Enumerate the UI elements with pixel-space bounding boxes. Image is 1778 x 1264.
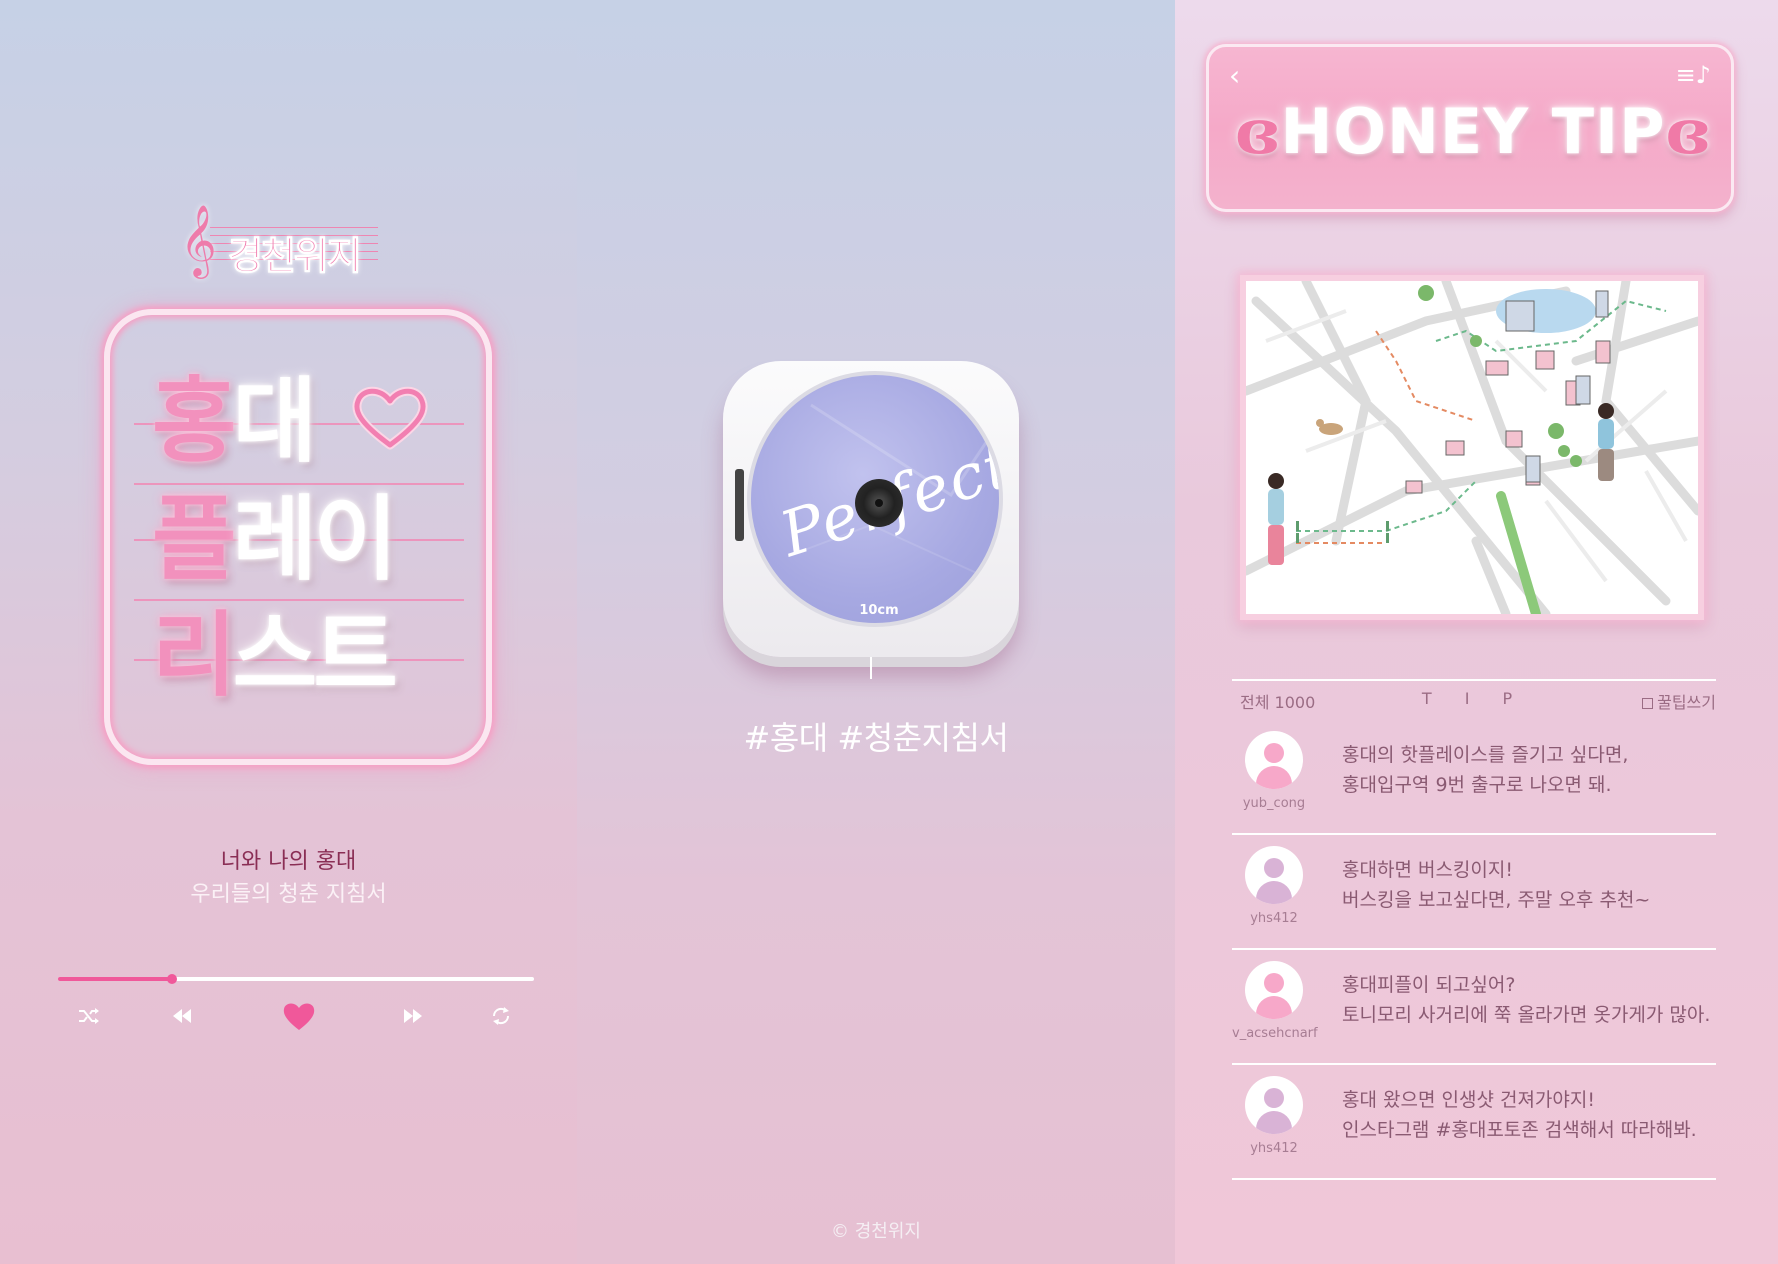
repeat-icon: [492, 1007, 510, 1025]
checkbox-icon: [1642, 698, 1654, 709]
cd-disc: Perfect 10cm: [747, 371, 1003, 627]
avatar-body: [1256, 1111, 1292, 1134]
progress-knob[interactable]: [167, 974, 178, 984]
title-char: 스트: [232, 602, 398, 709]
cd-player[interactable]: Perfect 10cm: [723, 361, 1019, 657]
tip-header: 전체 1000 T I P 꿀팁쓰기: [1232, 679, 1716, 713]
avatar-head: [1264, 1088, 1284, 1108]
tip-text-line2: 토니모리 사거리에 쭉 올라가면 옷가게가 많아.: [1342, 1004, 1711, 1026]
staff-line: [134, 599, 464, 601]
honey-title-text: HONEY TIP: [1280, 95, 1666, 168]
tip-text-line2: 인스타그램 #홍대포토존 검색해서 따라해봐.: [1342, 1119, 1697, 1141]
tip-text-line2: 버스킹을 보고싶다면, 주말 오후 추천~: [1342, 889, 1651, 911]
avatar-body: [1256, 766, 1292, 789]
progress-fill: [58, 977, 173, 981]
brand-name: 경천위지: [228, 234, 363, 279]
avatar: [1245, 1076, 1303, 1134]
album-brand: 10cm: [859, 603, 899, 618]
username: yhs412: [1250, 1141, 1298, 1156]
subtitle-secondary: 우리들의 청춘 지침서: [190, 882, 387, 907]
repeat-button[interactable]: [485, 1000, 517, 1032]
shuffle-icon: [79, 1008, 99, 1024]
staff-line: [134, 483, 464, 485]
middle-panel: Perfect 10cm #홍대 #청춘지침서 © 경천위지: [577, 0, 1175, 1264]
copyright: © 경천위지: [831, 1221, 921, 1242]
right-panel: ‹ ≡♪ ɞHONEY TIPɞ 전체 1000 T I P 꿀팁쓰기 yub_…: [1175, 0, 1778, 1264]
username: yhs412: [1250, 911, 1298, 926]
title-char: 플: [152, 486, 237, 593]
subtitle-primary: 너와 나의 홍대: [220, 849, 357, 874]
title-char: 홍: [152, 368, 237, 475]
like-button[interactable]: [280, 997, 318, 1035]
honey-tip-banner: ‹ ≡♪ ɞHONEY TIPɞ: [1206, 44, 1734, 212]
tip-text-line2: 홍대입구역 9번 출구로 나오면 돼.: [1342, 774, 1612, 796]
brand-logo: 𝄞 경천위지: [180, 203, 400, 285]
username: yub_cong: [1242, 796, 1306, 811]
tip-text-line1: 홍대피플이 되고싶어?: [1342, 974, 1516, 996]
tip-text-line1: 홍대의 핫플레이스를 즐기고 싶다면,: [1342, 744, 1629, 766]
fast-forward-button[interactable]: [397, 1000, 429, 1032]
avatar: [1245, 731, 1303, 789]
hongdae-map[interactable]: [1240, 275, 1704, 620]
tip-text-line1: 홍대 왔으면 인생샷 건져가야지!: [1342, 1089, 1595, 1111]
shuffle-button[interactable]: [73, 1000, 105, 1032]
pull-cord[interactable]: [870, 657, 872, 679]
title-line-3: 리스트: [152, 610, 398, 702]
title-line-1: 홍대: [152, 376, 317, 468]
illustrated-map: [1246, 281, 1698, 614]
avatar: [1245, 846, 1303, 904]
list-item[interactable]: yhs412 홍대하면 버스킹이지! 버스킹을 보고싶다면, 주말 오후 추천~: [1232, 835, 1716, 950]
walking-person-right: [1598, 403, 1614, 481]
rewind-icon: [173, 1009, 191, 1023]
avatar-head: [1264, 743, 1284, 763]
title-char: 대: [232, 368, 318, 475]
avatar-head: [1264, 858, 1284, 878]
rewind-button[interactable]: [166, 1000, 198, 1032]
ribbon-right-icon: ɞ: [1665, 95, 1711, 168]
treble-clef-icon: 𝄞: [180, 203, 217, 276]
playlist-menu-icon[interactable]: ≡♪: [1676, 61, 1711, 89]
avatar-head: [1264, 973, 1284, 993]
list-item[interactable]: yub_cong 홍대의 핫플레이스를 즐기고 싶다면, 홍대입구역 9번 출구…: [1232, 720, 1716, 835]
neon-heart-icon: [352, 386, 428, 450]
list-item[interactable]: yhs412 홍대 왔으면 인생샷 건져가야지! 인스타그램 #홍대포토존 검색…: [1232, 1065, 1716, 1180]
write-tip-button[interactable]: 꿀팁쓰기: [1642, 689, 1716, 713]
tip-list: yub_cong 홍대의 핫플레이스를 즐기고 싶다면, 홍대입구역 9번 출구…: [1232, 720, 1716, 1180]
title-char: 리: [152, 602, 237, 709]
back-icon[interactable]: ‹: [1229, 59, 1240, 92]
tip-text-line1: 홍대하면 버스킹이지!: [1342, 859, 1513, 881]
title-char: 레이: [232, 486, 398, 593]
honey-tip-title: ɞHONEY TIPɞ: [1209, 95, 1737, 168]
left-panel: 𝄞 경천위지 홍대 플레이 리스트 너와 나의 홍대 우리들의 청춘 지침서: [0, 0, 577, 1264]
cd-slot: [735, 469, 744, 541]
hashtags: #홍대 #청춘지침서: [743, 719, 1009, 757]
ribbon-left-icon: ɞ: [1235, 95, 1281, 168]
cd-hub: [855, 479, 903, 527]
list-item[interactable]: v_acsehcnarf 홍대피플이 되고싶어? 토니모리 사거리에 쭉 올라가…: [1232, 950, 1716, 1065]
write-tip-label: 꿀팁쓰기: [1657, 693, 1716, 712]
username: v_acsehcnarf: [1232, 1026, 1318, 1041]
avatar-body: [1256, 881, 1292, 904]
fast-forward-icon: [404, 1009, 422, 1023]
title-line-2: 플레이: [152, 494, 398, 586]
avatar-body: [1256, 996, 1292, 1019]
heart-icon: [283, 1003, 315, 1030]
progress-bar[interactable]: [58, 974, 534, 984]
avatar: [1245, 961, 1303, 1019]
